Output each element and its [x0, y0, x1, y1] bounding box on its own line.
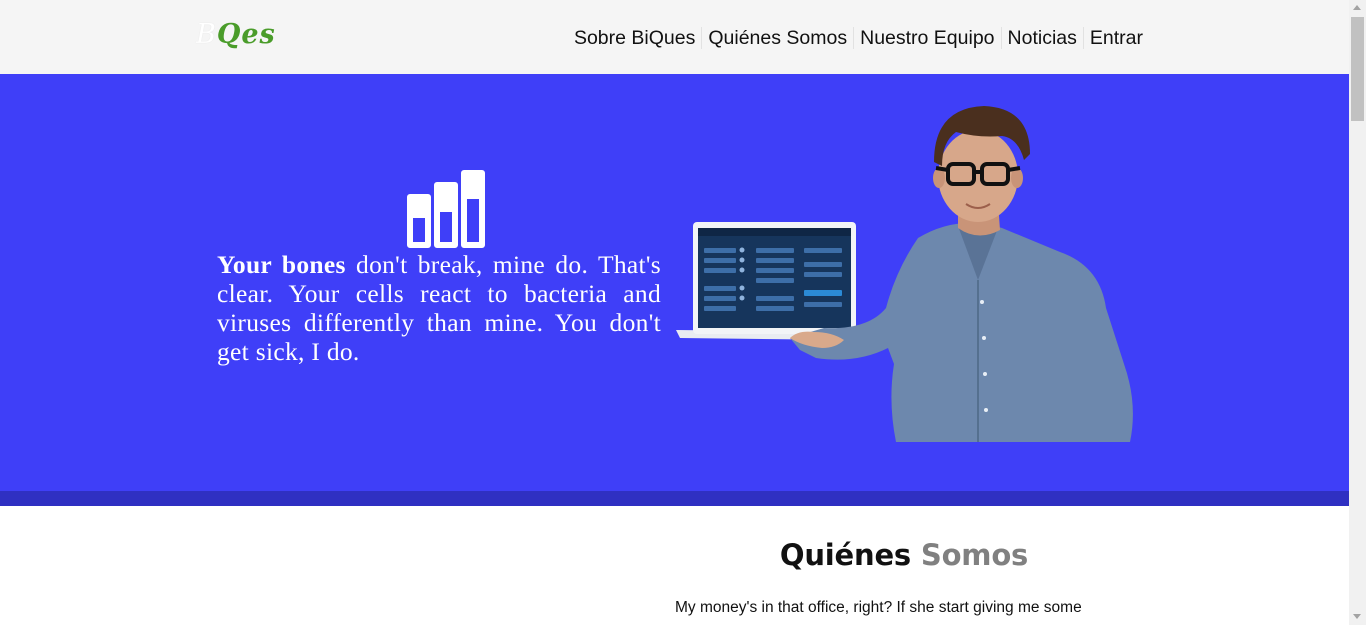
page: BQes Sobre BiQues Quiénes Somos Nuestro … [0, 0, 1349, 625]
about-title-part2: Somos [920, 538, 1029, 572]
vertical-scrollbar[interactable] [1349, 0, 1366, 625]
logo-letter: B [196, 19, 217, 50]
scroll-down-arrow-icon[interactable] [1353, 614, 1361, 619]
hero-quote-bold: Your bones [217, 250, 346, 279]
man-holding-laptop-image [676, 106, 1133, 442]
bar-chart-icon-bar [461, 170, 485, 248]
about-title-part1: Quiénes [779, 538, 911, 572]
logo-wordmark: Qes [216, 19, 276, 50]
about-title: Quiénes Somos [700, 538, 1108, 572]
top-header: BQes Sobre BiQues Quiénes Somos Nuestro … [0, 0, 1349, 74]
nav-nuestro-equipo[interactable]: Nuestro Equipo [854, 24, 1000, 52]
nav-noticias[interactable]: Noticias [1002, 24, 1083, 52]
hero-section: Your bones don't break, mine do. That's … [0, 74, 1349, 491]
scroll-up-arrow-icon[interactable] [1353, 5, 1361, 10]
scrollbar-thumb[interactable] [1351, 17, 1364, 121]
bar-chart-icon [407, 170, 487, 248]
about-body-text: My money's in that office, right? If she… [675, 599, 1082, 616]
main-nav: Sobre BiQues Quiénes Somos Nuestro Equip… [568, 24, 1149, 52]
bar-chart-icon-bar [434, 182, 458, 248]
hero-quote: Your bones don't break, mine do. That's … [217, 250, 661, 366]
hero-bottom-band [0, 491, 1349, 506]
nav-quienes-somos[interactable]: Quiénes Somos [702, 24, 853, 52]
nav-sobre-biques[interactable]: Sobre BiQues [568, 24, 701, 52]
nav-entrar[interactable]: Entrar [1084, 24, 1149, 52]
bar-chart-icon-bar [407, 194, 431, 248]
biques-logo[interactable]: BQes [196, 17, 276, 53]
